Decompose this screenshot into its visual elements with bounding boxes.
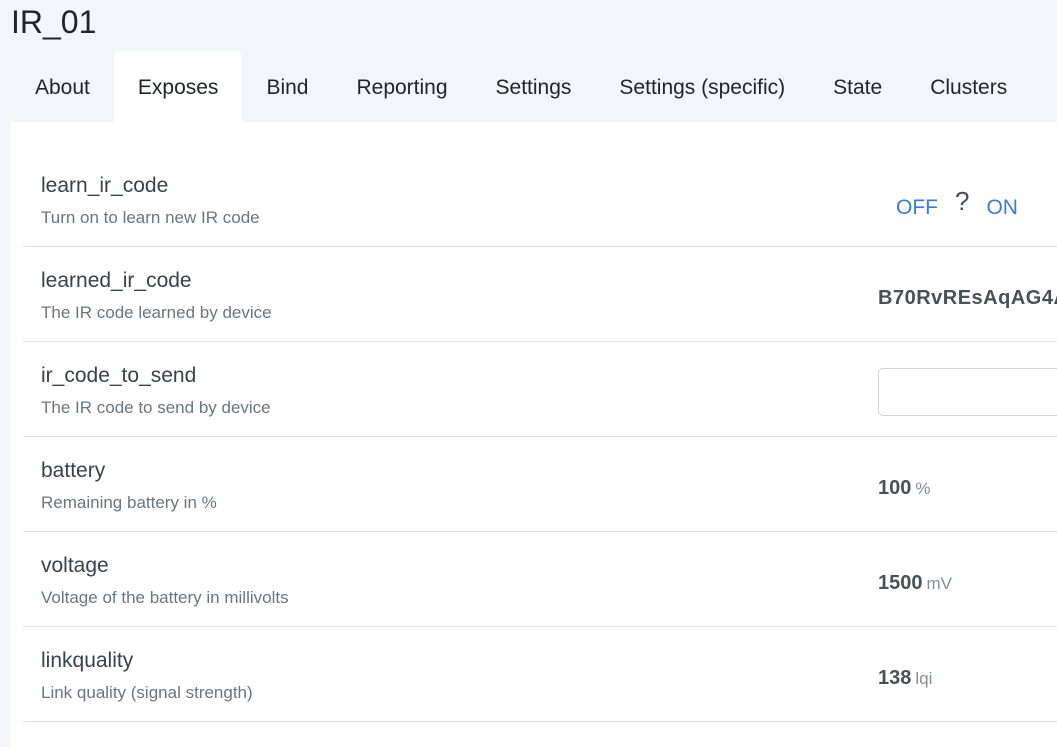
learn-ir-code-toggle: OFF ? ON — [896, 186, 1018, 223]
voltage-unit: mV — [926, 574, 953, 593]
tab-exposes[interactable]: Exposes — [113, 51, 243, 122]
tab-settings[interactable]: Settings — [472, 51, 596, 122]
expose-row-learn-ir-code: learn_ir_code Turn on to learn new IR co… — [23, 152, 1057, 247]
voltage-value: 1500 — [878, 572, 923, 594]
tab-reporting[interactable]: Reporting — [332, 51, 471, 122]
expose-description: Remaining battery in % — [41, 493, 217, 512]
tab-clusters[interactable]: Clusters — [906, 51, 1031, 122]
linkquality-value: 138 — [878, 667, 912, 689]
expose-row-learned-ir-code: learned_ir_code The IR code learned by d… — [23, 247, 1057, 342]
expose-name: ir_code_to_send — [41, 364, 197, 387]
tab-settings-specific[interactable]: Settings (specific) — [595, 51, 809, 122]
exposes-panel: learn_ir_code Turn on to learn new IR co… — [11, 122, 1057, 747]
linkquality-unit: lqi — [915, 669, 933, 688]
expose-description: Link quality (signal strength) — [41, 683, 253, 702]
off-button[interactable]: OFF — [896, 196, 938, 220]
tab-state[interactable]: State — [809, 51, 906, 122]
expose-name: voltage — [41, 554, 109, 577]
expose-description: Voltage of the battery in millivolts — [41, 588, 289, 607]
expose-name: learn_ir_code — [41, 174, 169, 197]
expose-name: battery — [41, 459, 106, 482]
voltage-reading: 1500 mV — [878, 572, 952, 595]
ir-code-to-send-input[interactable] — [878, 368, 1057, 416]
expose-row-voltage: voltage Voltage of the battery in milliv… — [23, 532, 1057, 627]
on-button[interactable]: ON — [986, 196, 1018, 220]
linkquality-reading: 138 lqi — [878, 667, 932, 690]
unknown-state-indicator: ? — [955, 186, 970, 216]
expose-description: The IR code to send by device — [41, 398, 271, 417]
battery-reading: 100% — [878, 477, 931, 500]
expose-row-battery: battery Remaining battery in % 100% — [23, 437, 1057, 532]
expose-description: The IR code learned by device — [41, 303, 272, 322]
expose-description: Turn on to learn new IR code — [41, 208, 260, 227]
tab-bar: About Exposes Bind Reporting Settings Se… — [11, 51, 1031, 122]
battery-value: 100 — [878, 477, 912, 499]
learned-ir-code-value: B70RvREsAqAG4A — [878, 287, 1057, 309]
expose-name: learned_ir_code — [41, 269, 192, 292]
page-title: IR_01 — [11, 4, 97, 40]
expose-row-ir-code-to-send: ir_code_to_send The IR code to send by d… — [23, 342, 1057, 437]
exposes-list: learn_ir_code Turn on to learn new IR co… — [23, 152, 1057, 722]
expose-row-linkquality: linkquality Link quality (signal strengt… — [23, 627, 1057, 722]
tab-bind[interactable]: Bind — [242, 51, 332, 122]
expose-name: linkquality — [41, 649, 134, 672]
battery-unit: % — [915, 479, 931, 498]
tab-about[interactable]: About — [11, 51, 114, 122]
